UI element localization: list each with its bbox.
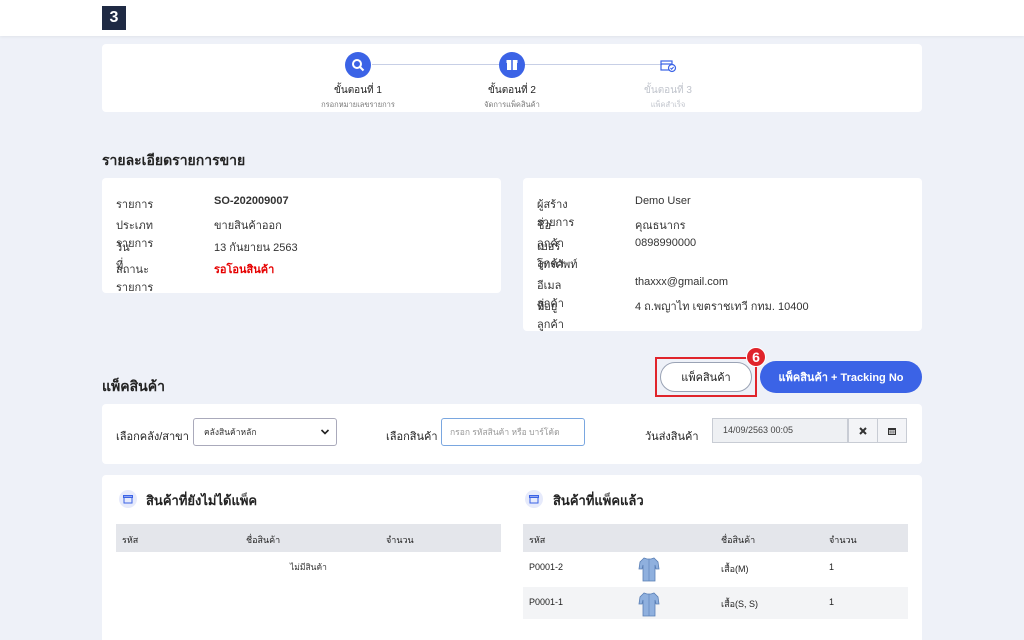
warehouse-label: เลือกคลัง/สาขา (116, 431, 189, 443)
pack-title: แพ็คสินค้า (102, 378, 165, 394)
pack-tracking-button[interactable]: แพ็คสินค้า + Tracking No (760, 361, 922, 393)
creator-name: Demo User (635, 195, 691, 207)
step-3: ขั้นตอนที่ 3 แพ็คสำเร็จ (598, 52, 738, 111)
step-badge: 6 (746, 347, 766, 367)
product-label: เลือกสินค้า (386, 431, 438, 443)
box-icon (119, 490, 137, 508)
column-header: ชื่อสินค้า (246, 535, 281, 545)
sale-type: ขายสินค้าออก (214, 220, 282, 232)
step-1: ขั้นตอนที่ 1 กรอกหมายเลขรายการ (288, 52, 428, 111)
calendar-icon (888, 427, 896, 435)
table-row[interactable]: P0001-2 เสื้อ(M) 1 (523, 552, 908, 584)
packed-table-header: รหัส ชื่อสินค้า จำนวน (523, 524, 908, 552)
step-subtitle: กรอกหมายเลขรายการ (321, 100, 395, 109)
product-code: P0001-2 (529, 562, 564, 572)
product-name: เสื้อ(M) (721, 564, 749, 574)
unpacked-title: สินค้าที่ยังไม่ได้แพ็ค (146, 493, 258, 508)
clear-date-button[interactable] (848, 418, 878, 443)
empty-message: ไม่มีสินค้า (290, 562, 327, 572)
step-title: ขั้นตอนที่ 1 (334, 85, 382, 96)
warehouse-value: คลังสินค้าหลัก (204, 427, 257, 437)
column-header: ชื่อสินค้า (721, 535, 756, 545)
step-title: ขั้นตอนที่ 2 (488, 85, 536, 96)
product-search-input[interactable] (441, 418, 585, 446)
product-qty: 1 (829, 597, 835, 607)
product-code: P0001-1 (529, 597, 564, 607)
column-header: จำนวน (386, 535, 414, 545)
sale-date: 13 กันยายน 2563 (214, 242, 298, 254)
customer-info-card: ผู้สร้างรายการ Demo User ชื่อลูกค้า คุณธ… (523, 178, 922, 331)
app-logo[interactable]: 3 (102, 6, 126, 30)
box-icon (525, 490, 543, 508)
warehouse-select[interactable]: คลังสินค้าหลัก (193, 418, 337, 446)
calendar-button[interactable] (877, 418, 907, 443)
step-subtitle: จัดการแพ็คสินค้า (484, 100, 540, 109)
customer-email: thaxxx@gmail.com (635, 276, 729, 288)
info-label: สถานะรายการ (116, 264, 154, 294)
sale-number: SO-202009007 (214, 195, 289, 207)
step-2: ขั้นตอนที่ 2 จัดการแพ็คสินค้า (442, 52, 582, 111)
customer-address: 4 ถ.พญาไท เขตราชเทวี กทม. 10400 (635, 301, 809, 313)
shirt-thumbnail (638, 592, 660, 617)
product-qty: 1 (829, 562, 835, 572)
info-label: รายการ (116, 199, 154, 211)
details-title: รายละเอียดรายการขาย (102, 152, 246, 168)
column-header: จำนวน (829, 535, 857, 545)
close-icon (859, 426, 867, 435)
shirt-thumbnail (638, 557, 660, 582)
step-subtitle: แพ็คสำเร็จ (650, 100, 686, 109)
customer-name: คุณธนากร (635, 220, 686, 232)
info-label: ลูกค้า (537, 258, 564, 270)
table-row[interactable]: P0001-1 เสื้อ(S, S) 1 (523, 587, 908, 619)
stepper: ขั้นตอนที่ 1 กรอกหมายเลขรายการ ขั้นตอนที… (102, 44, 922, 112)
info-label: ที่อยู่ลูกค้า (537, 301, 564, 331)
ship-date-label: วันส่งสินค้า (645, 431, 699, 443)
column-header: รหัส (122, 535, 139, 545)
sale-info-card: รายการ SO-202009007 ประเภทรายการ ขายสินค… (102, 178, 501, 294)
product-name: เสื้อ(S, S) (721, 599, 758, 609)
step-title: ขั้นตอนที่ 3 (644, 85, 692, 96)
pack-button[interactable]: แพ็คสินค้า (660, 362, 752, 392)
box-check-icon (655, 52, 681, 78)
unpacked-table-header: รหัส ชื่อสินค้า จำนวน (116, 524, 501, 552)
customer-phone: 0898990000 (635, 237, 697, 249)
search-icon (345, 52, 371, 78)
top-bar: 3 (0, 0, 1024, 36)
chevron-down-icon (320, 429, 330, 435)
column-header: รหัส (529, 535, 546, 545)
ship-date-input[interactable]: 14/09/2563 00:05 (712, 418, 848, 443)
box-icon (499, 52, 525, 78)
packed-title: สินค้าที่แพ็คแล้ว (553, 493, 644, 508)
status-badge: รอโอนสินค้า (214, 264, 275, 276)
